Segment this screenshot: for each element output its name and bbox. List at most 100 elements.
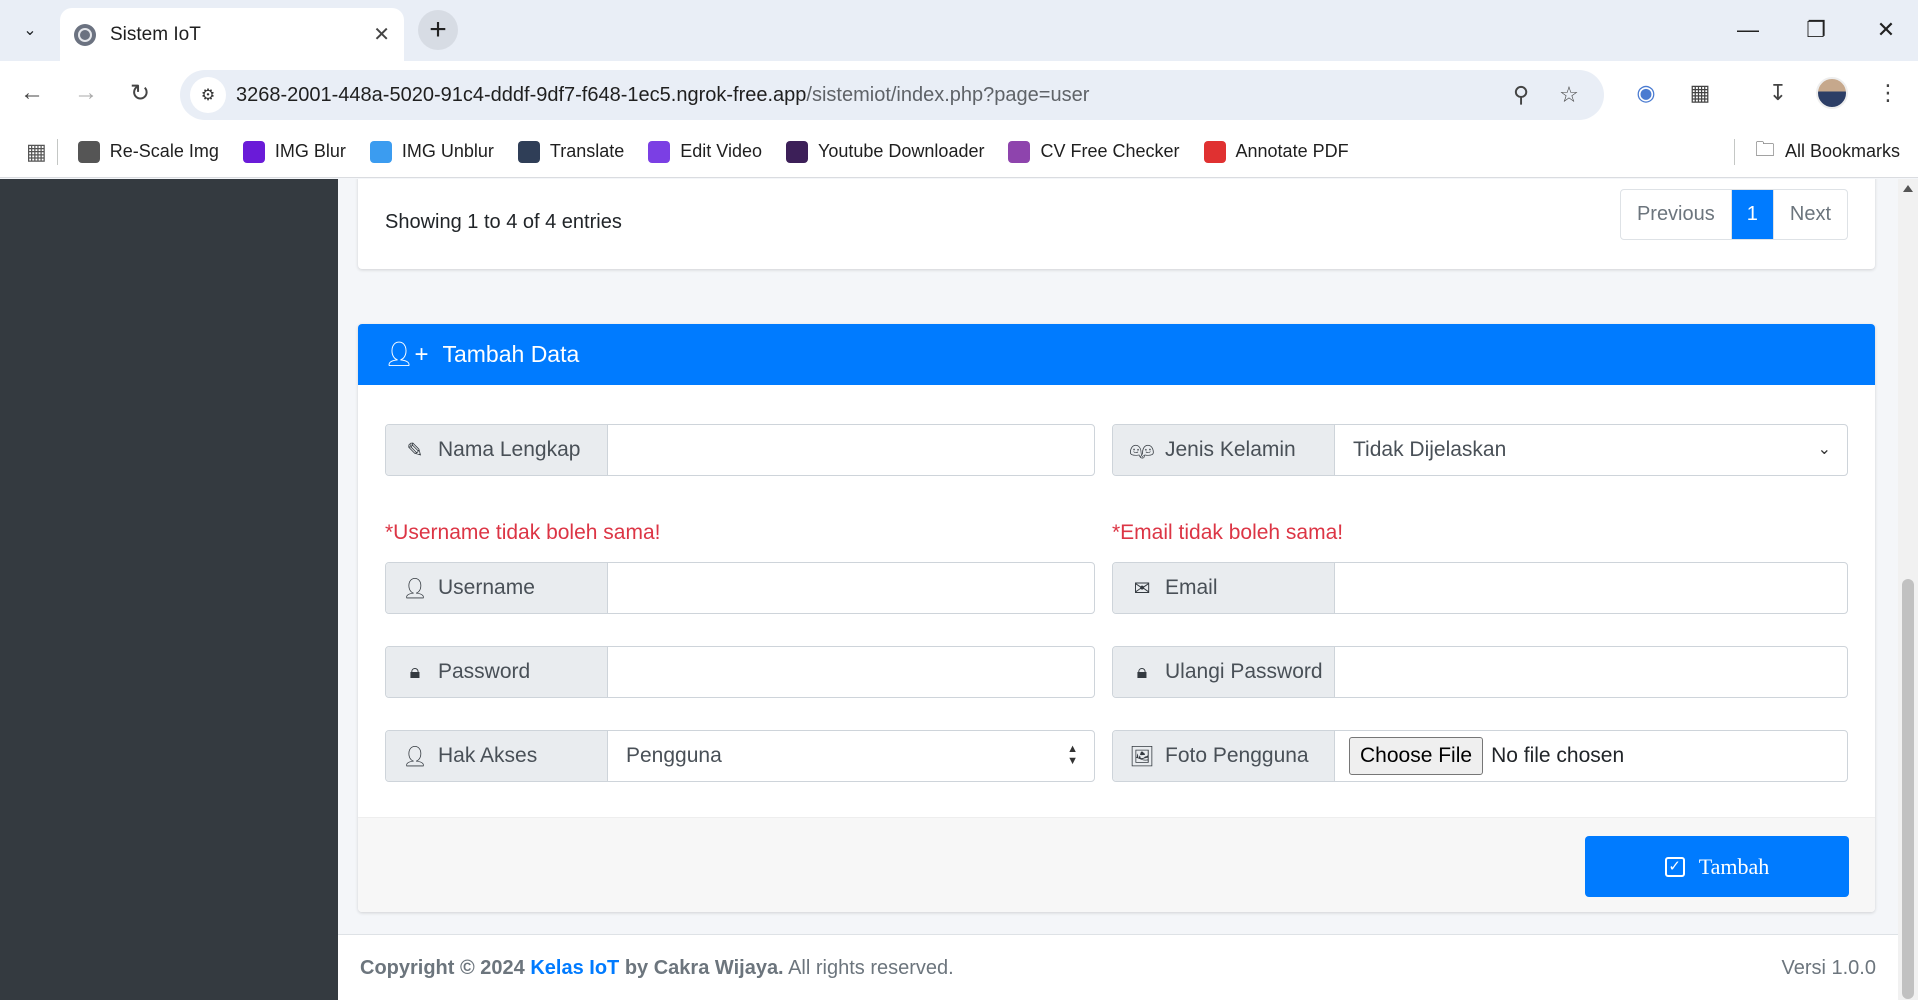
ulangi-password-input[interactable] <box>1335 647 1847 697</box>
reload-icon: ↻ <box>129 79 151 107</box>
username-input[interactable] <box>608 563 1094 613</box>
copyright-prefix: Copyright © 2024 <box>360 957 525 979</box>
scroll-thumb[interactable] <box>1902 579 1914 999</box>
cv-checker-icon <box>1008 140 1031 163</box>
scrollbar[interactable] <box>1898 179 1918 1000</box>
pagination: Previous 1 Next <box>1619 189 1848 240</box>
bookmark-item[interactable]: IMG Unblur <box>369 140 494 163</box>
bookmark-label: Youtube Downloader <box>818 141 985 161</box>
edit-signature-icon: ✎ <box>406 439 424 462</box>
nama-lengkap-group: ✎ Nama Lengkap <box>385 424 1095 476</box>
star-icon[interactable]: ☆ <box>1552 78 1586 112</box>
pagination-previous[interactable]: Previous <box>1621 190 1732 239</box>
username-warning: *Username tidak boleh sama! <box>385 521 661 544</box>
hak-akses-value: Pengguna <box>626 744 722 767</box>
email-input[interactable] <box>1335 563 1847 613</box>
jenis-kelamin-label: Jenis Kelamin <box>1165 438 1296 461</box>
all-bookmarks-label: All Bookmarks <box>1784 141 1900 161</box>
bookmark-separator <box>56 138 58 165</box>
nama-lengkap-input[interactable] <box>608 425 1094 475</box>
foto-pengguna-group: 🖼︎ Foto Pengguna Choose File No file chos… <box>1112 730 1848 782</box>
email-warning: *Email tidak boleh sama! <box>1112 521 1344 544</box>
author: by Cakra Wijaya. <box>624 957 784 979</box>
nama-lengkap-label: Nama Lengkap <box>438 438 581 461</box>
copyright: Copyright © 2024 Kelas IoT by Cakra Wija… <box>360 957 954 980</box>
lock-icon: 🔒︎ <box>409 660 421 683</box>
password-group: 🔒︎ Password <box>385 646 1095 698</box>
envelope-icon: ✉ <box>1133 577 1151 600</box>
youtube-downloader-icon <box>786 140 808 163</box>
globe-icon <box>74 23 96 46</box>
menu-kebab-icon[interactable]: ⋮ <box>1870 75 1906 111</box>
scroll-up-arrow[interactable] <box>1903 185 1913 192</box>
url-text[interactable]: 3268-2001-448a-5020-91c4-dddf-9df7-f648-… <box>236 84 1089 107</box>
bookmarks-bar: ▦ Re-Scale Img IMG Blur IMG Unblur Translat… <box>0 126 1918 178</box>
tambah-label: Tambah <box>1698 853 1770 879</box>
apps-grid-icon[interactable]: ▦ <box>26 139 47 165</box>
puzzle-icon[interactable]: ▦ <box>1682 75 1718 111</box>
add-user-card: 👤︎+ Tambah Data ✎ Nama Lengkap 👫︎ Jenis Ke… <box>358 324 1875 912</box>
browser-toolbar: ← → ↻ ⚙ 3268-2001-448a-5020-91c4-dddf-9d… <box>0 61 1918 126</box>
profile-avatar[interactable] <box>1816 77 1848 109</box>
pagination-next[interactable]: Next <box>1774 190 1847 239</box>
bookmark-item[interactable]: Annotate PDF <box>1203 140 1349 163</box>
img-unblur-icon <box>369 140 392 163</box>
reload-button[interactable]: ↻ <box>120 73 160 113</box>
restroom-icon: 👫︎ <box>1129 439 1155 462</box>
foto-pengguna-input[interactable]: Choose File No file chosen <box>1335 731 1847 781</box>
browser-tab[interactable]: Sistem IoT ✕ <box>60 8 404 61</box>
bookmark-item[interactable]: Translate <box>517 140 624 163</box>
minimize-button[interactable]: — <box>1718 10 1778 50</box>
close-icon[interactable]: ✕ <box>373 22 390 47</box>
bookmark-item[interactable]: IMG Blur <box>242 140 346 163</box>
url-path: /sistemiot/index.php?page=user <box>806 83 1090 106</box>
bookmark-item[interactable]: CV Free Checker <box>1008 140 1180 163</box>
lock-icon: 🔒︎ <box>1136 660 1148 683</box>
hak-akses-group: 👤︎ Hak Akses Pengguna ▲ ▼ <box>385 730 1095 782</box>
bookmark-list: Re-Scale Img IMG Blur IMG Unblur Translate E… <box>77 140 1373 163</box>
img-blur-icon <box>242 140 265 163</box>
new-tab-button[interactable]: + <box>418 10 458 50</box>
forward-button[interactable]: → <box>66 73 106 113</box>
user-lock-icon: 👤︎ <box>402 745 428 768</box>
chevron-down-icon: ⌄ <box>1817 441 1831 458</box>
extension-icon[interactable]: ◉ <box>1628 75 1664 111</box>
hak-akses-select[interactable]: Pengguna ▲ ▼ <box>608 731 1094 781</box>
file-status: No file chosen <box>1491 744 1625 767</box>
bookmark-label: Re-Scale Img <box>109 141 219 161</box>
address-bar[interactable]: ⚙ 3268-2001-448a-5020-91c4-dddf-9df7-f64… <box>180 70 1604 120</box>
arrow-right-icon: → <box>74 79 98 106</box>
back-button[interactable]: ← <box>12 73 52 113</box>
foto-pengguna-label: Foto Pengguna <box>1165 744 1309 767</box>
page-viewport: Showing 1 to 4 of 4 entries Previous 1 N… <box>0 179 1918 1000</box>
bookmark-label: CV Free Checker <box>1040 141 1180 161</box>
tab-search-button[interactable]: ⌄ <box>12 12 48 48</box>
arrow-left-icon: ← <box>20 79 44 106</box>
annotate-pdf-icon <box>1203 140 1226 163</box>
check-square-icon: ✓ <box>1664 856 1685 877</box>
rescale-icon <box>77 140 100 163</box>
bookmark-separator <box>1733 138 1735 165</box>
download-icon[interactable]: ↧ <box>1760 75 1796 111</box>
tambah-button[interactable]: ✓ Tambah <box>1585 836 1849 897</box>
translate-icon <box>517 140 540 163</box>
email-label: Email <box>1165 576 1218 599</box>
chevron-down-icon: ⌄ <box>23 22 37 39</box>
password-label: Password <box>438 660 531 683</box>
bookmark-item[interactable]: Edit Video <box>648 140 762 163</box>
close-window-button[interactable]: ✕ <box>1856 10 1916 50</box>
edit-video-icon <box>648 140 671 163</box>
pagination-page-1[interactable]: 1 <box>1731 190 1774 239</box>
all-bookmarks[interactable]: 🗀 All Bookmarks <box>1755 135 1900 169</box>
choose-file-button[interactable]: Choose File <box>1349 737 1484 775</box>
bookmark-item[interactable]: Youtube Downloader <box>786 140 985 163</box>
sidebar <box>0 179 338 1000</box>
restore-button[interactable]: ❐ <box>1786 10 1846 50</box>
password-input[interactable] <box>608 647 1094 697</box>
jenis-kelamin-select[interactable]: Tidak Dijelaskan ⌄ <box>1335 425 1847 475</box>
zoom-icon[interactable]: ⚲ <box>1504 78 1538 112</box>
site-info-icon[interactable]: ⚙ <box>190 77 226 113</box>
bookmark-item[interactable]: Re-Scale Img <box>77 140 219 163</box>
brand-link[interactable]: Kelas IoT <box>530 957 619 979</box>
tab-title: Sistem IoT <box>110 23 201 45</box>
